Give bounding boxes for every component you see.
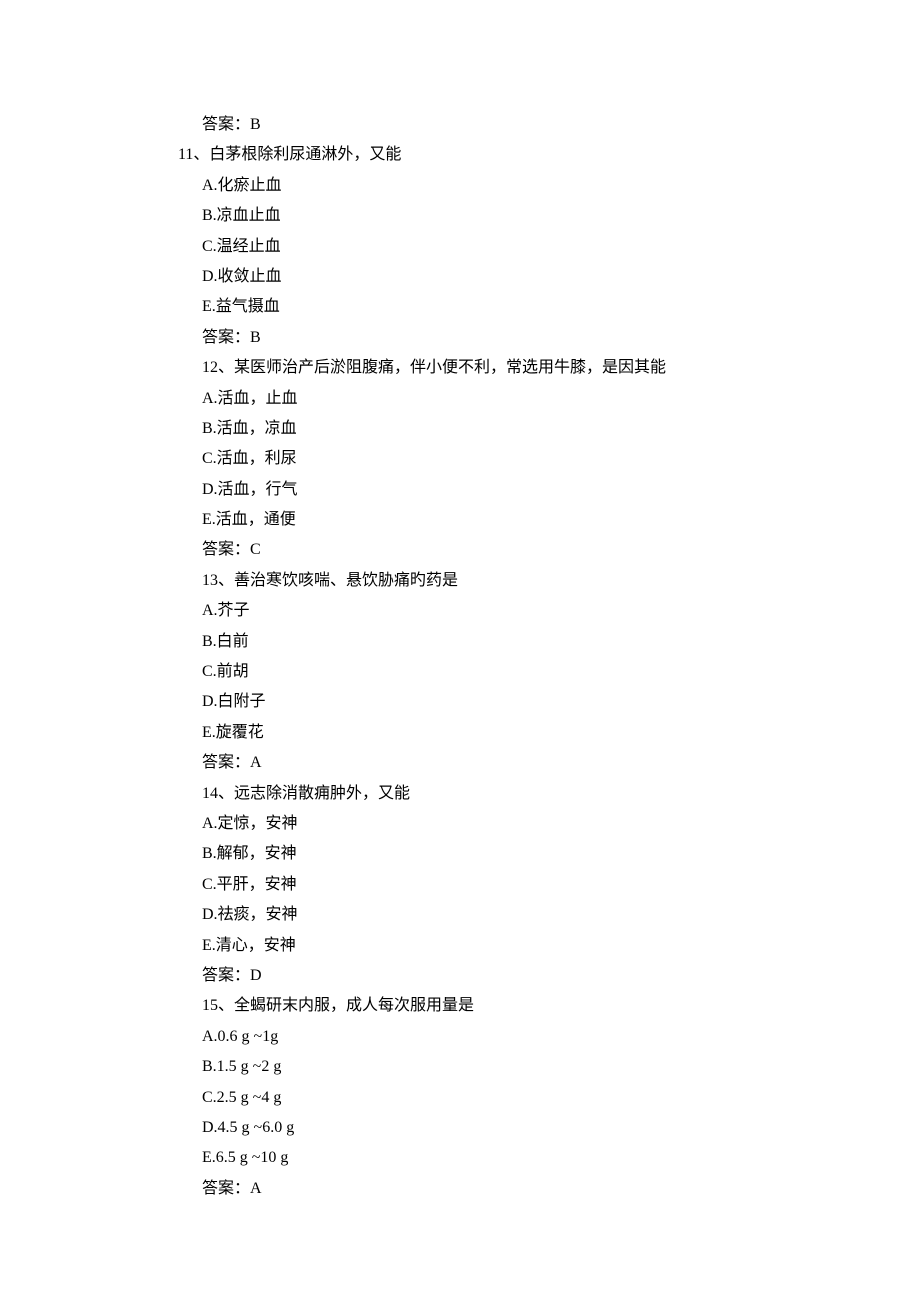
question-stem: 14、远志除消散痈肿外，又能: [178, 779, 920, 809]
option-d: D.收敛止血: [178, 262, 920, 292]
option-e: E.清心，安神: [178, 931, 920, 961]
answer-text: 答案：B: [178, 110, 920, 140]
answer-text: 答案：B: [178, 323, 920, 353]
option-c: C.平肝，安神: [178, 870, 920, 900]
option-e: E.益气摄血: [178, 292, 920, 322]
option-d: D.活血，行气: [178, 475, 920, 505]
option-c: C.温经止血: [178, 232, 920, 262]
option-e: E.活血，通便: [178, 505, 920, 535]
option-e: E.旋覆花: [178, 718, 920, 748]
option-c: C.前胡: [178, 657, 920, 687]
option-d: D.4.5 g ~6.0 g: [178, 1113, 920, 1143]
option-a: A.化瘀止血: [178, 171, 920, 201]
option-a: A.芥子: [178, 596, 920, 626]
question-stem: 13、善治寒饮咳喘、悬饮胁痛旳药是: [178, 566, 920, 596]
option-b: B.活血，凉血: [178, 414, 920, 444]
page-content: 答案：B 11、白茅根除利尿通淋外，又能 A.化瘀止血 B.凉血止血 C.温经止…: [0, 0, 920, 1204]
option-a: A.0.6 g ~1g: [178, 1022, 920, 1052]
option-a: A.定惊，安神: [178, 809, 920, 839]
answer-text: 答案：A: [178, 1174, 920, 1204]
answer-text: 答案：C: [178, 535, 920, 565]
option-b: B.1.5 g ~2 g: [178, 1052, 920, 1082]
option-c: C.活血，利尿: [178, 444, 920, 474]
option-d: D.祛痰，安神: [178, 900, 920, 930]
question-stem: 11、白茅根除利尿通淋外，又能: [178, 140, 920, 170]
option-b: B.凉血止血: [178, 201, 920, 231]
option-b: B.解郁，安神: [178, 839, 920, 869]
question-stem: 12、某医师治产后淤阻腹痛，伴小便不利，常选用牛膝，是因其能: [178, 353, 920, 383]
option-e: E.6.5 g ~10 g: [178, 1143, 920, 1173]
option-d: D.白附子: [178, 687, 920, 717]
answer-text: 答案：D: [178, 961, 920, 991]
option-a: A.活血，止血: [178, 384, 920, 414]
question-stem: 15、全蝎研末内服，成人每次服用量是: [178, 991, 920, 1021]
answer-text: 答案：A: [178, 748, 920, 778]
option-b: B.白前: [178, 627, 920, 657]
option-c: C.2.5 g ~4 g: [178, 1083, 920, 1113]
